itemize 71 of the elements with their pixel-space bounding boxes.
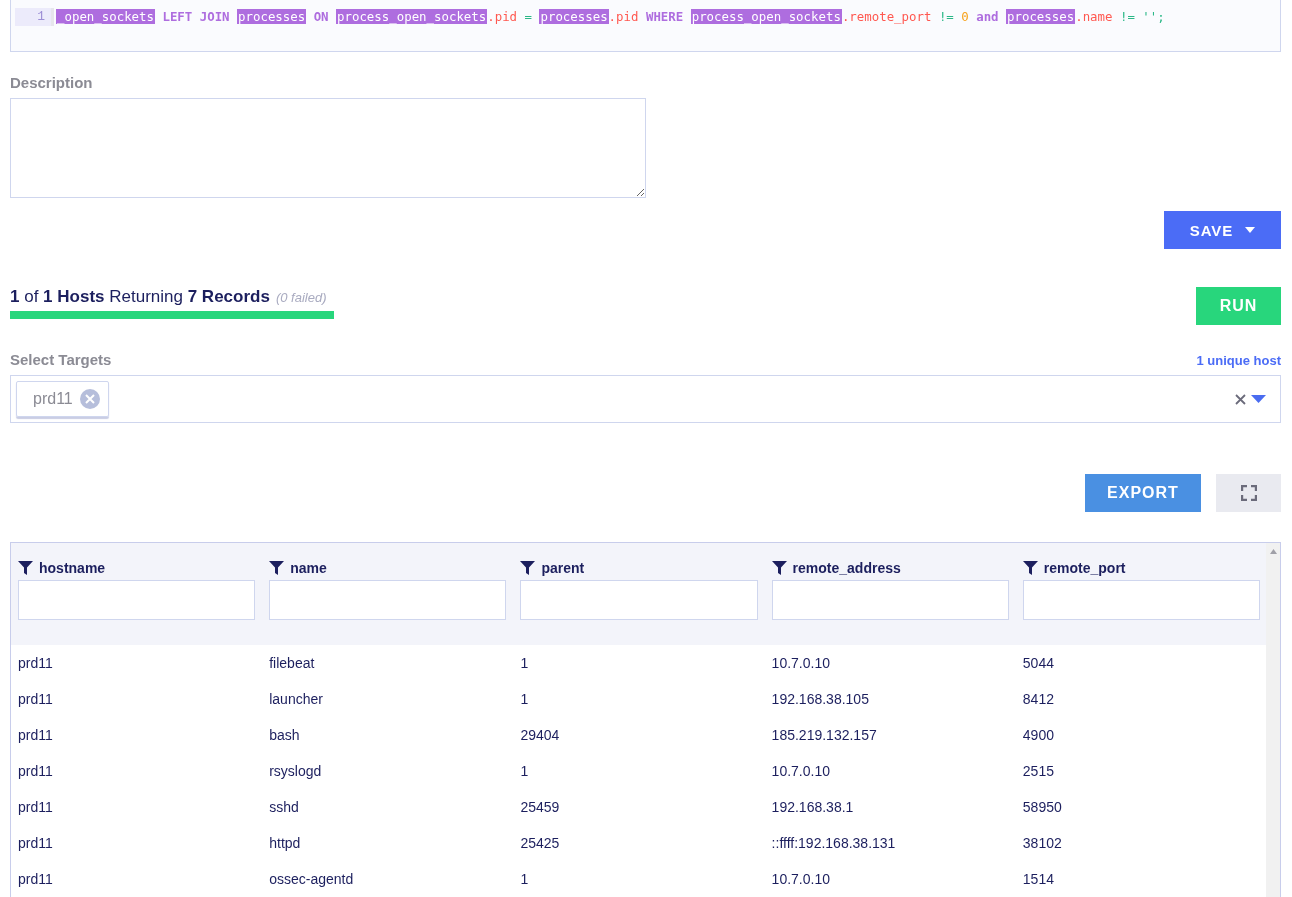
- line-number: 1: [15, 8, 54, 26]
- filter-icon[interactable]: [771, 561, 787, 575]
- table-cell: 10.7.0.10: [771, 871, 830, 887]
- table-cell: prd11: [18, 763, 53, 779]
- table-cell: 8412: [1022, 691, 1054, 707]
- column-header[interactable]: parent: [541, 560, 585, 576]
- table-cell: 38102: [1022, 835, 1062, 851]
- filter-icon[interactable]: [18, 561, 33, 575]
- table-cell: prd11: [18, 871, 53, 887]
- table-cell: launcher: [269, 691, 323, 707]
- column-header[interactable]: name: [290, 560, 327, 576]
- unique-host-link[interactable]: 1 unique host: [1196, 353, 1281, 368]
- table-cell: 1514: [1022, 871, 1054, 887]
- column-header[interactable]: remote_port: [1043, 560, 1126, 576]
- table-cell: 1: [520, 871, 529, 887]
- filter-field[interactable]: [520, 580, 758, 620]
- table-cell: 25425: [520, 835, 560, 851]
- table-cell: 1: [520, 763, 529, 779]
- table-cell: 58950: [1022, 799, 1062, 815]
- scrollbar[interactable]: [1266, 543, 1280, 897]
- description-field[interactable]: [10, 98, 646, 198]
- table-cell: 25459: [520, 799, 560, 815]
- target-select[interactable]: prd11: [10, 375, 1281, 423]
- table-cell: 10.7.0.10: [771, 655, 830, 671]
- filter-field[interactable]: [771, 580, 1009, 620]
- table-cell: prd11: [18, 727, 53, 743]
- code-editor[interactable]: 1 _open_sockets LEFT JOIN processes ON process_open_sockets.pid = processes.pid WHERE process_open_sockets.remote_port != 0 and processes.name != '';: [10, 0, 1281, 52]
- fullscreen-icon: [1240, 485, 1257, 501]
- table-cell: prd11: [18, 799, 53, 815]
- remove-icon[interactable]: [79, 389, 100, 409]
- column-header[interactable]: hostname: [39, 560, 106, 576]
- failed-count: (0 failed): [275, 290, 327, 305]
- table-cell: prd11: [18, 655, 53, 671]
- table-cell: rsyslogd: [269, 763, 322, 779]
- table-cell: 4900: [1022, 727, 1054, 743]
- export-button[interactable]: EXPORT: [1085, 474, 1201, 512]
- table-cell: filebeat: [269, 655, 315, 671]
- table-cell: 5044: [1022, 655, 1054, 671]
- filter-field[interactable]: [1022, 580, 1260, 620]
- table-cell: 10.7.0.10: [771, 763, 830, 779]
- results-summary: 1 of 1 Hosts Returning 7 Records: [10, 287, 270, 307]
- column-header[interactable]: remote_address: [792, 560, 901, 576]
- table-cell: bash: [269, 727, 300, 743]
- table-cell: 2515: [1022, 763, 1054, 779]
- filter-field[interactable]: [269, 580, 507, 620]
- filter-field[interactable]: [18, 580, 256, 620]
- dropdown-caret-icon[interactable]: [1251, 395, 1266, 403]
- table-cell: 185.219.132.157: [771, 727, 877, 743]
- table-cell: 192.168.38.1: [771, 799, 854, 815]
- code-line: _open_sockets LEFT JOIN processes ON process_open_sockets.pid = processes.pid WHERE process_open_sockets.remote_port != 0 and processes.name != '';: [55, 8, 1165, 26]
- table-cell: sshd: [269, 799, 299, 815]
- filter-icon[interactable]: [1022, 561, 1038, 575]
- clear-icon[interactable]: [1235, 393, 1246, 405]
- field-label: Description: [10, 74, 94, 91]
- save-button[interactable]: SAVE: [1164, 211, 1281, 249]
- table-cell: ::ffff:192.168.38.131: [771, 835, 896, 851]
- table-cell: 29404: [520, 727, 560, 743]
- scroll-up-icon[interactable]: [1269, 549, 1277, 554]
- table-cell: 192.168.38.105: [771, 691, 869, 707]
- table-cell: prd11: [18, 835, 53, 851]
- filter-icon[interactable]: [520, 561, 536, 575]
- table-cell: prd11: [18, 691, 53, 707]
- caret-icon: [1245, 227, 1256, 233]
- field-label: Select Targets: [10, 351, 112, 368]
- table-cell: 1: [520, 691, 529, 707]
- fullscreen-button[interactable]: [1216, 474, 1281, 512]
- filter-icon[interactable]: [269, 561, 285, 575]
- chip-label: prd11: [33, 390, 73, 408]
- table-cell: 1: [520, 655, 529, 671]
- table-cell: ossec-agentd: [269, 871, 354, 887]
- table-cell: httpd: [269, 835, 301, 851]
